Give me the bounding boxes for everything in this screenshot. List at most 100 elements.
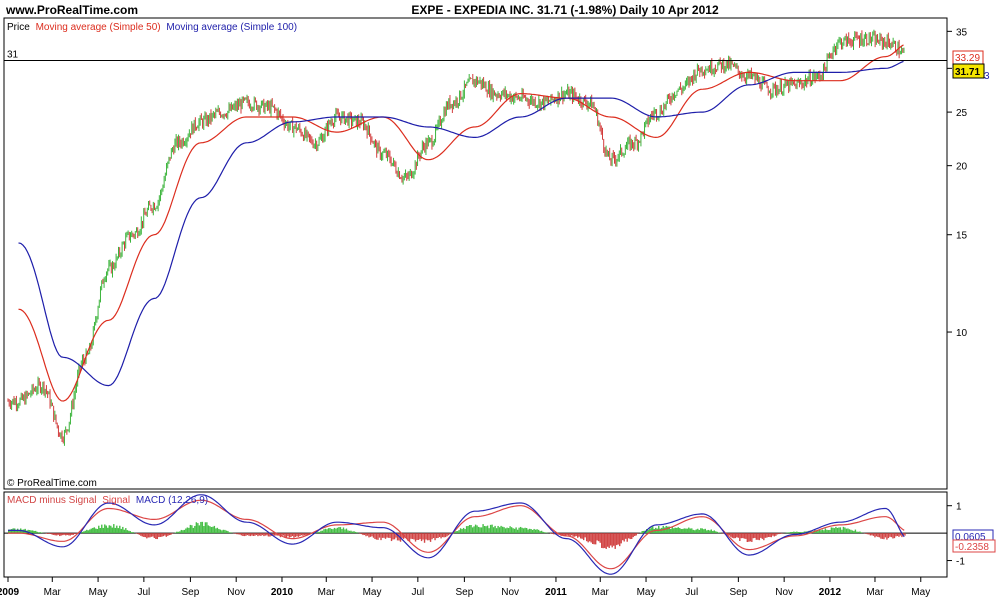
macd-histogram-bar: [212, 526, 214, 534]
macd-histogram-bar: [572, 533, 574, 537]
macd-histogram-bar: [899, 533, 902, 536]
macd-histogram-bar: [116, 525, 118, 534]
legend-macd: MACD (12,26,9): [136, 495, 208, 506]
macd-histogram-bar: [408, 533, 411, 541]
macd-histogram-bar: [467, 525, 469, 534]
macd-histogram-bar: [760, 533, 762, 538]
macd-histogram-bar: [635, 533, 637, 536]
price-panel[interactable]: [3, 17, 948, 490]
macd-histogram-bar: [239, 533, 241, 535]
macd-histogram-bar: [614, 533, 616, 549]
macd-histogram-bar: [108, 525, 110, 534]
svg-text:MACD minus Signal Signal: MACD minus Signal Signal MACD (12,26,9): [7, 495, 208, 506]
macd-histogram-bar: [219, 529, 222, 534]
macd-histogram-bar: [491, 524, 493, 534]
macd-histogram-bar: [258, 533, 261, 536]
macd-histogram-bar: [477, 526, 480, 534]
macd-histogram-bar: [165, 533, 168, 537]
macd-histogram-bar: [745, 533, 747, 539]
macd-histogram-bar: [386, 533, 388, 538]
macd-histogram-bar: [628, 533, 630, 539]
macd-histogram-bar: [773, 533, 776, 537]
macd-histogram-bar: [195, 522, 198, 534]
macd-histogram-bar: [234, 533, 237, 534]
macd-histogram-bar: [447, 533, 450, 536]
macd-histogram-bar: [573, 533, 576, 537]
macd-histogram-bar: [869, 533, 872, 536]
macd-histogram-bar: [359, 533, 361, 534]
macd-histogram-bar: [419, 533, 421, 540]
macd-histogram-bar: [185, 528, 187, 534]
macd-histogram-bar: [243, 533, 246, 537]
macd-histogram-bar: [779, 533, 782, 534]
macd-histogram-bar: [65, 533, 67, 536]
macd-histogram-bar: [740, 533, 743, 539]
macd-histogram-bar: [751, 533, 753, 542]
macd-histogram-bar: [74, 533, 76, 535]
macd-histogram-bar: [462, 527, 465, 534]
macd-histogram-bar: [835, 526, 837, 534]
time-tick-label: Sep: [182, 587, 200, 598]
macd-histogram-bar: [299, 533, 301, 536]
macd-histogram-bar: [567, 533, 570, 536]
macd-histogram-bar: [236, 533, 238, 535]
macd-histogram-bar: [482, 524, 484, 534]
macd-histogram-bar: [242, 533, 244, 537]
macd-histogram-bar: [371, 533, 373, 537]
legend-ma50: Moving average (Simple 50): [36, 22, 161, 33]
macd-histogram-bar: [522, 528, 525, 534]
macd-histogram-bar: [245, 533, 247, 536]
macd-histogram-bar: [607, 533, 609, 547]
macd-histogram-bar: [545, 532, 547, 534]
macd-histogram-bar: [60, 533, 62, 536]
macd-histogram-bar: [141, 533, 144, 537]
macd-histogram-bar: [539, 531, 541, 534]
macd-histogram-bar: [625, 533, 627, 539]
macd-histogram-bar: [350, 530, 352, 534]
macd-histogram-bar: [758, 533, 761, 541]
macd-histogram-bar: [459, 528, 462, 534]
macd-histogram-bar: [200, 521, 202, 534]
macd-histogram-bar: [495, 528, 498, 534]
macd-histogram-bar: [769, 533, 771, 538]
macd-histogram-bar: [188, 527, 190, 534]
macd-histogram-bar: [186, 527, 189, 534]
time-tick-label: Mar: [44, 587, 62, 598]
macd-histogram-bar: [471, 527, 474, 534]
macd-histogram-bar: [832, 527, 834, 534]
macd-histogram-bar: [528, 528, 531, 534]
macd-histogram-bar: [641, 531, 643, 534]
price-tick-label: 35: [956, 27, 968, 38]
macd-histogram-bar: [844, 527, 846, 534]
time-tick-label: Mar: [866, 587, 884, 598]
time-tick-label: 2009: [0, 587, 20, 598]
macd-histogram-bar: [246, 533, 249, 536]
macd-histogram-bar: [33, 530, 35, 534]
macd-histogram-bar: [257, 533, 259, 537]
macd-histogram-bar: [694, 530, 696, 534]
site-label[interactable]: www.ProRealTime.com: [5, 3, 138, 17]
macd-histogram-bar: [414, 533, 417, 542]
macd-histogram-bar: [474, 524, 477, 534]
macd-histogram-bar: [50, 533, 52, 535]
macd-histogram-bar: [177, 531, 180, 534]
macd-histogram-bar: [41, 532, 43, 534]
macd-histogram-bar: [374, 533, 376, 540]
macd-histogram-bar: [677, 527, 679, 534]
macd-histogram-bar: [56, 533, 58, 536]
macd-histogram-bar: [455, 531, 457, 534]
macd-histogram-bar: [131, 532, 133, 534]
macd-histogram-bar: [613, 533, 615, 546]
macd-histogram-bar: [473, 526, 475, 534]
macd-histogram-bar: [170, 533, 172, 535]
macd-histogram-bar: [821, 529, 824, 534]
macd-histogram-bar: [485, 526, 487, 534]
macd-histogram-bar: [534, 529, 537, 534]
macd-histogram-bar: [737, 533, 740, 538]
macd-histogram-bar: [59, 533, 61, 537]
macd-histogram-bar: [676, 527, 678, 534]
macd-histogram-bar: [138, 533, 141, 535]
svg-text:Price Moving average (Simp: Price Moving average (Simple 50) Moving …: [7, 22, 297, 33]
macd-histogram-bar: [218, 529, 220, 534]
macd-histogram-bar: [71, 533, 73, 535]
